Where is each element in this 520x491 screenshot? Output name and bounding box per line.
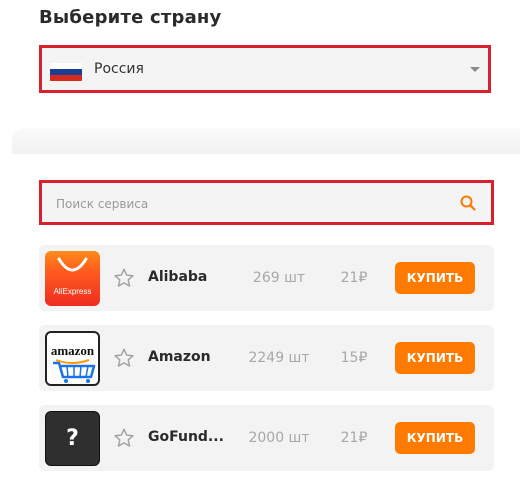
service-price: 21₽ xyxy=(340,430,368,446)
star-icon[interactable] xyxy=(113,427,135,449)
country-section-title: Выберите страну xyxy=(39,7,222,28)
star-icon[interactable] xyxy=(113,267,135,289)
aliexpress-logo: AliExpress xyxy=(45,251,100,306)
russia-flag-icon xyxy=(50,63,82,81)
service-count: 2000 шт xyxy=(248,430,310,446)
search-box xyxy=(39,180,494,225)
service-price: 15₽ xyxy=(340,350,368,366)
chevron-down-icon xyxy=(470,67,480,72)
search-icon[interactable] xyxy=(459,194,477,212)
service-row-alibaba: AliExpress Alibaba 269 шт 21₽ КУПИТЬ xyxy=(39,245,494,311)
service-price: 21₽ xyxy=(340,270,368,286)
service-name: Alibaba xyxy=(148,269,208,285)
buy-button[interactable]: КУПИТЬ xyxy=(395,262,475,294)
buy-button[interactable]: КУПИТЬ xyxy=(395,422,475,454)
service-name: Amazon xyxy=(148,349,211,365)
star-icon[interactable] xyxy=(113,347,135,369)
service-count: 2249 шт xyxy=(248,350,310,366)
service-row-gofund: ? GoFund... 2000 шт 21₽ КУПИТЬ xyxy=(39,405,494,471)
service-count: 269 шт xyxy=(252,270,306,286)
selected-country-label: Россия xyxy=(94,61,144,77)
service-search-input[interactable] xyxy=(54,192,438,216)
amazon-logo: amazon xyxy=(45,331,100,386)
country-select[interactable]: Россия xyxy=(39,45,491,93)
service-name: GoFund... xyxy=(148,429,224,445)
question-mark-logo: ? xyxy=(45,411,100,466)
buy-button[interactable]: КУПИТЬ xyxy=(395,342,475,374)
section-divider xyxy=(12,128,520,154)
service-row-amazon: amazon Amazon 2249 шт 15₽ КУПИТЬ xyxy=(39,325,494,391)
